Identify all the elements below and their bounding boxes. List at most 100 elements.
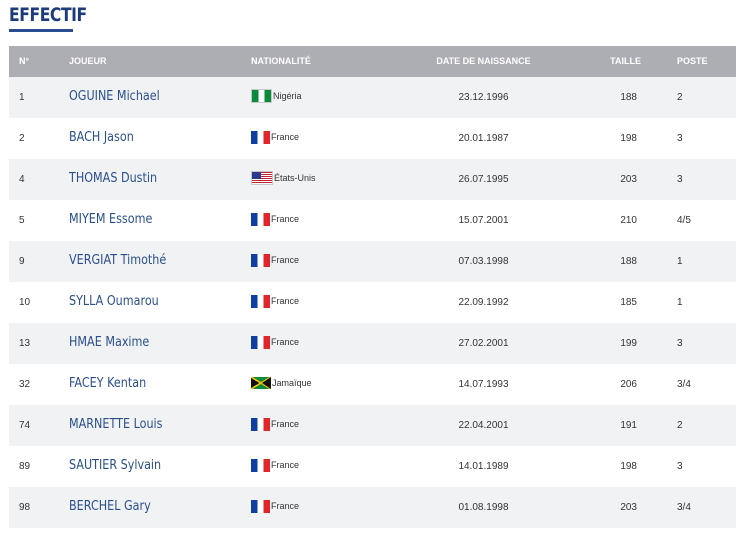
header-position: POSTE [677,56,708,66]
table-row: 9 VERGIAT Timothé France 07.03.1998 188 … [9,241,736,282]
player-name-link[interactable]: HMAE Maxime [69,335,149,350]
nationality-cell: Nigéria [251,77,391,118]
position: 2 [677,92,683,103]
position: 1 [677,256,683,267]
height: 199 [620,338,637,349]
player-name-link[interactable]: THOMAS Dustin [69,171,157,186]
roster-table-body: 1 OGUINE Michael Nigéria 23.12.1996 188 … [9,77,736,528]
birthdate: 14.01.1989 [458,461,509,472]
height: 198 [620,133,637,144]
player-number: 1 [19,92,25,103]
nationality: France [251,212,299,226]
nationality-cell: France [251,282,391,323]
player-name-link[interactable]: BERCHEL Gary [69,499,151,514]
position: 3 [677,133,683,144]
france-flag-icon [251,417,270,431]
nationality-cell: France [251,241,391,282]
table-row: 1 OGUINE Michael Nigéria 23.12.1996 188 … [9,77,736,118]
table-row: 13 HMAE Maxime France 27.02.2001 199 3 [9,323,736,364]
nationality: France [251,458,300,472]
player-name-link[interactable]: VERGIAT Timothé [69,253,166,268]
nationality-label: Jamaïque [272,378,312,388]
player-cell: SYLLA Oumarou [69,282,251,323]
position: 3 [677,338,683,349]
player-cell: MARNETTE Louis [69,405,251,446]
nationality-label: France [271,255,300,265]
player-name-link[interactable]: OGUINE Michael [69,89,160,104]
height: 206 [620,379,637,390]
header-number: N° [19,56,30,66]
player-name-link[interactable]: MARNETTE Louis [69,417,162,432]
height: 188 [620,92,637,103]
nationality: France [251,294,300,308]
nationality: France [251,130,300,144]
player-cell: OGUINE Michael [69,77,251,118]
jamaica-flag-saltire [251,377,271,389]
nationality-label: France [271,460,300,470]
birthdate: 07.03.1998 [458,256,509,267]
header-player: JOUEUR [69,56,107,66]
header-height: TAILLE [610,56,641,66]
nationality-cell: Jamaïque [251,364,391,405]
player-number: 2 [19,133,25,144]
height: 191 [620,420,637,431]
position: 2 [677,420,683,431]
player-cell: MIYEM Essome [69,200,251,241]
player-number: 74 [19,420,31,431]
jamaica-flag-icon [251,377,271,389]
nationality-label: France [271,296,300,306]
usa-flag-icon [251,171,273,185]
player-number: 98 [19,502,31,513]
player-name-link[interactable]: FACEY Kentan [69,376,146,391]
player-name-link[interactable]: SYLLA Oumarou [69,294,159,309]
header-nationality: NATIONALITÉ [251,56,311,66]
table-row: 98 BERCHEL Gary France 01.08.1998 203 3/… [9,487,736,528]
table-row: 5 MIYEM Essome France 15.07.2001 210 4/5 [9,200,736,241]
height: 185 [620,297,637,308]
player-number: 10 [19,297,31,308]
nationality-cell: France [251,200,391,241]
nationality: France [251,417,300,431]
table-row: 2 BACH Jason France 20.01.1987 198 3 [9,118,736,159]
france-flag-icon [251,130,270,144]
position: 3 [677,461,683,472]
birthdate: 22.04.2001 [458,420,509,431]
table-row: 32 FACEY Kentan Jamaïque 14.07.1993 206 … [9,364,736,405]
roster-table: N° JOUEUR NATIONALITÉ DATE DE NAISSANCE … [9,46,736,528]
position: 3 [677,174,683,185]
player-name-link[interactable]: MIYEM Essome [69,212,152,227]
nationality-label: Nigéria [273,91,302,101]
player-number: 32 [19,379,31,390]
position: 4/5 [677,215,691,226]
height: 210 [620,215,637,226]
player-cell: THOMAS Dustin [69,159,251,200]
nationality: France [251,499,300,513]
nationality-cell: États-Unis [251,159,391,200]
player-cell: HMAE Maxime [69,323,251,364]
nationality-label: France [271,132,300,142]
nationality-label: États-Unis [274,173,316,183]
player-number: 5 [19,215,25,226]
nationality-label: France [271,419,300,429]
height: 188 [620,256,637,267]
player-cell: BACH Jason [69,118,251,159]
table-row: 10 SYLLA Oumarou France 22.09.1992 185 1 [9,282,736,323]
header-birthdate: DATE DE NAISSANCE [436,56,531,66]
birthdate: 23.12.1996 [458,92,509,103]
nationality: France [251,253,300,267]
player-cell: VERGIAT Timothé [69,241,251,282]
france-flag-icon [251,212,270,226]
nationality-label: France [271,501,300,511]
table-row: 4 THOMAS Dustin États-Unis 26.07.1995 20… [9,159,736,200]
player-name-link[interactable]: SAUTIER Sylvain [69,458,161,473]
birthdate: 26.07.1995 [458,174,509,185]
player-name-link[interactable]: BACH Jason [69,130,134,145]
height: 198 [620,461,637,472]
table-row: 89 SAUTIER Sylvain France 14.01.1989 198… [9,446,736,487]
player-number: 4 [19,174,25,185]
height: 203 [620,174,637,185]
nationality-cell: France [251,487,391,528]
france-flag-icon [251,335,270,349]
section-title: EFFECTIF [9,4,87,26]
player-number: 13 [19,338,31,349]
